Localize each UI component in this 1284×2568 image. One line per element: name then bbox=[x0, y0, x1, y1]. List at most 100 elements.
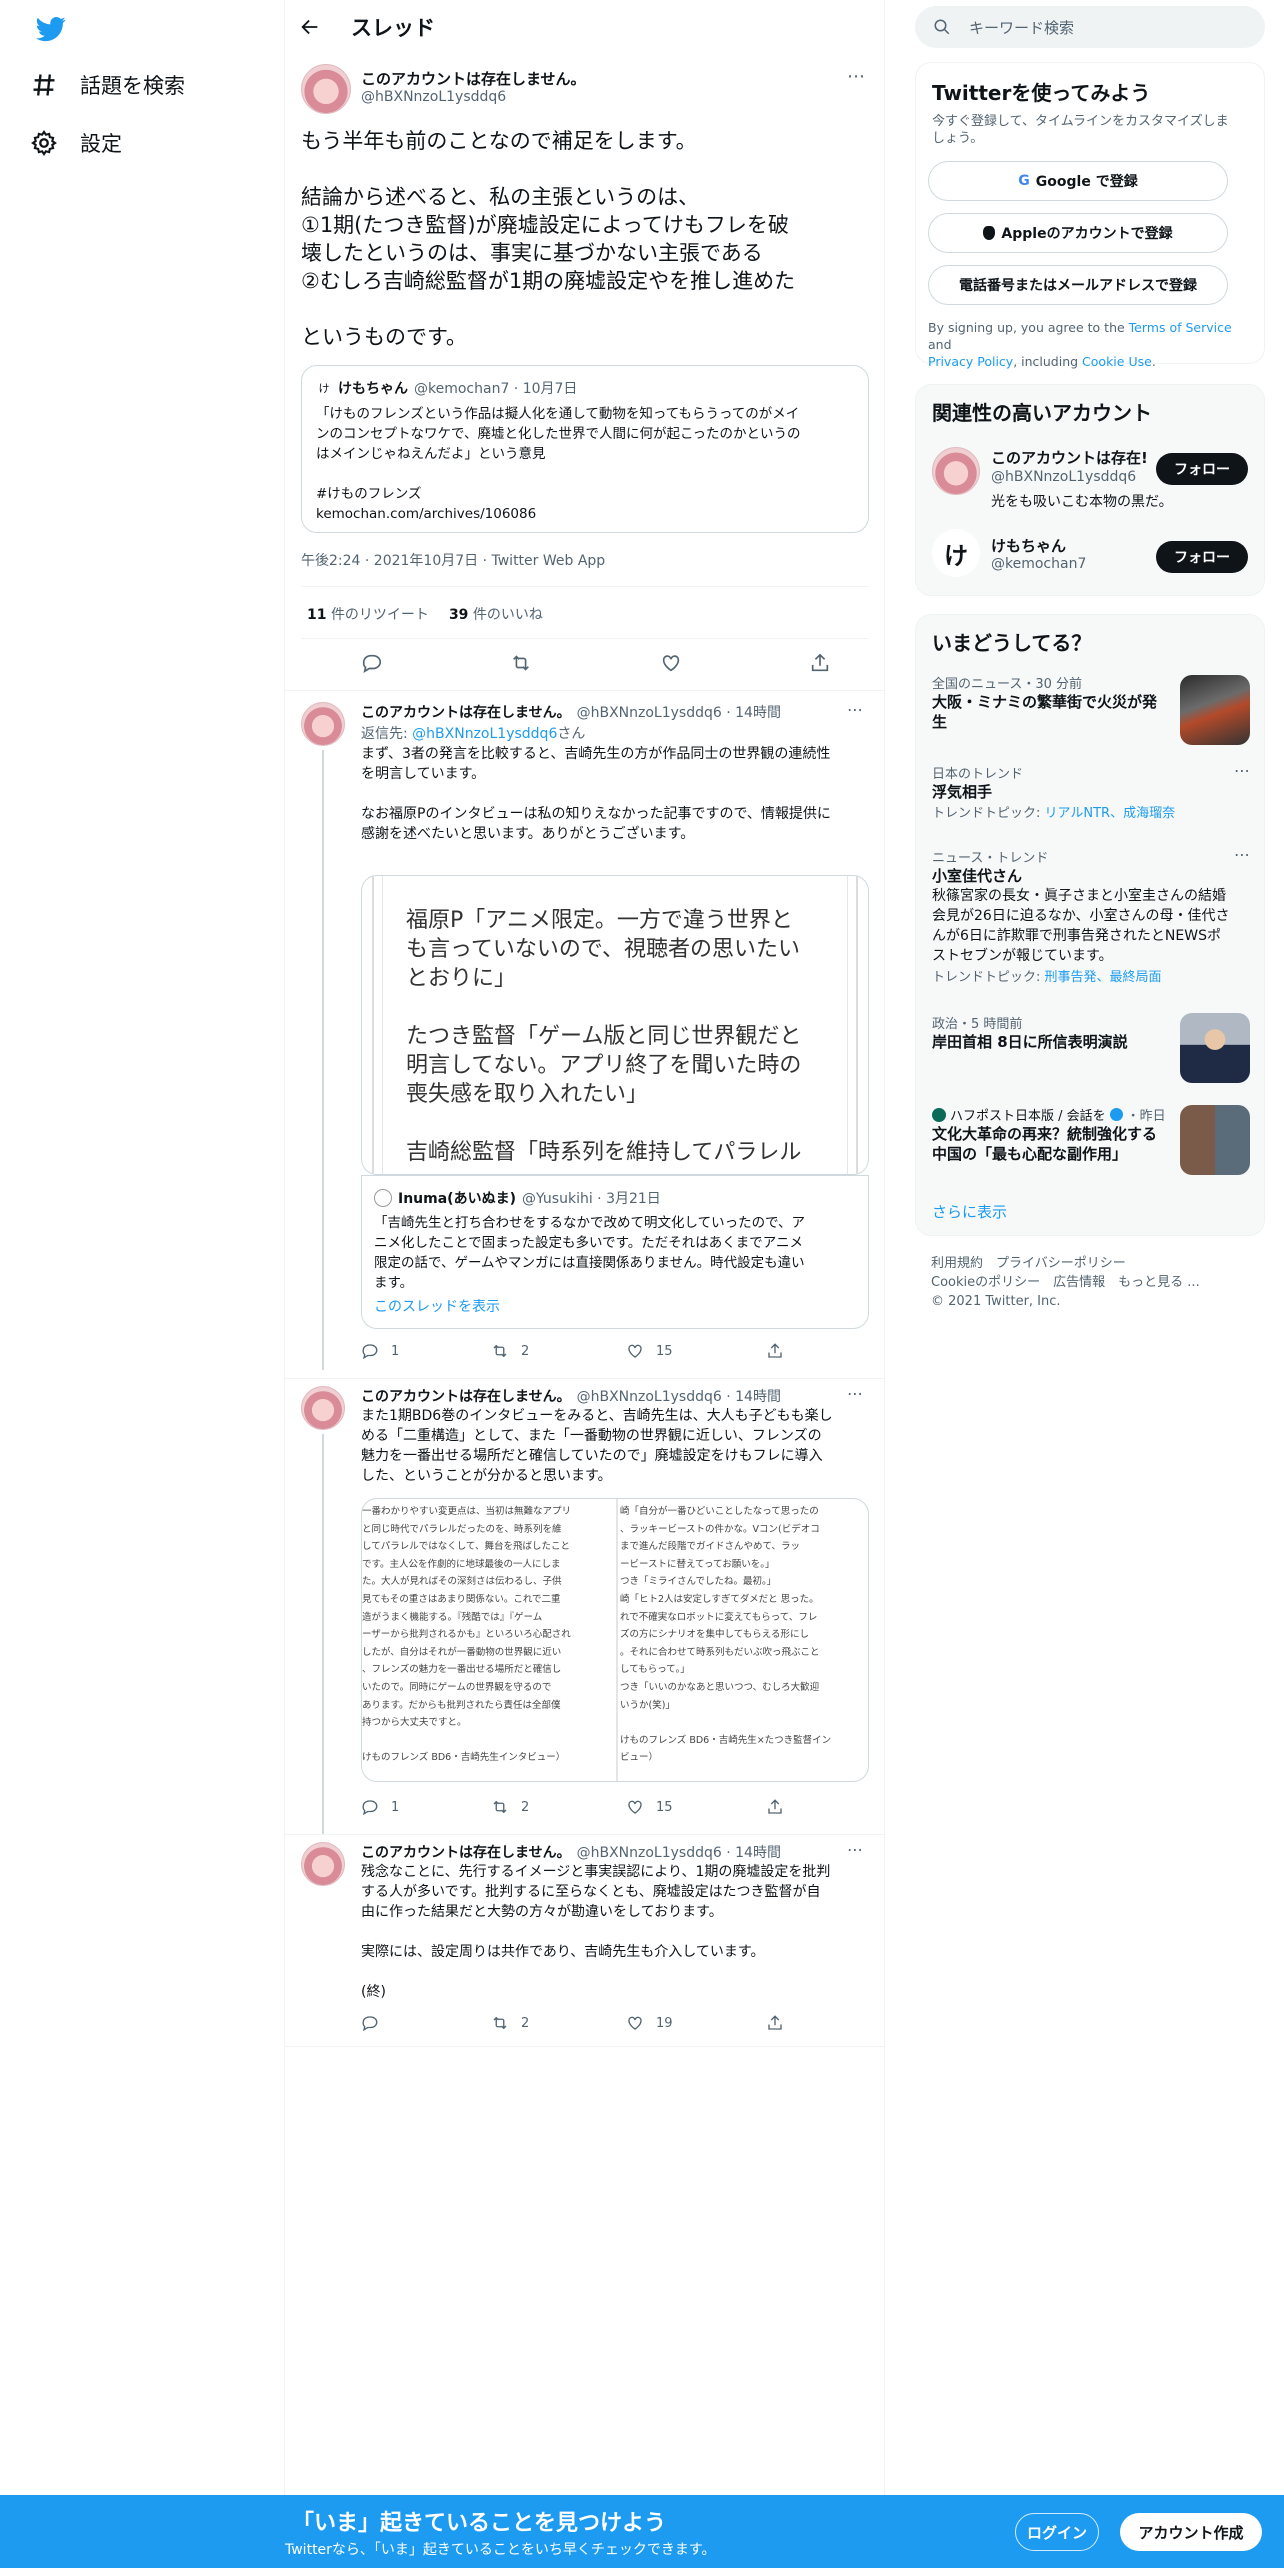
tweet-timestamp[interactable]: 午後2:24 · 2021年10月7日 · Twitter Web App bbox=[301, 550, 605, 570]
share-button[interactable] bbox=[766, 1342, 784, 1360]
reply-icon[interactable] bbox=[361, 652, 383, 674]
share-icon bbox=[768, 1343, 782, 1358]
search-input[interactable]: キーワード検索 bbox=[915, 6, 1265, 48]
trend-thumbnail bbox=[1180, 1013, 1250, 1083]
share-icon bbox=[768, 1799, 782, 1814]
share-icon bbox=[768, 2015, 782, 2030]
reply-button[interactable] bbox=[361, 2014, 491, 2032]
back-arrow-icon[interactable] bbox=[299, 16, 321, 38]
footer-privacy[interactable]: プライバシーポリシー bbox=[996, 1256, 1126, 1271]
login-button[interactable]: ログイン bbox=[1015, 2513, 1099, 2551]
like-icon bbox=[628, 1800, 642, 1814]
signup-subtitle: 今すぐ登録して、タイムラインをカスタマイズしま しょう。 bbox=[932, 114, 1229, 146]
like-icon bbox=[628, 2016, 642, 2030]
nav-settings[interactable]: 設定 bbox=[30, 128, 122, 158]
reply-button[interactable]: 1 bbox=[361, 1342, 491, 1360]
reply-actions: 1 2 15 bbox=[361, 1342, 801, 1360]
like-count[interactable]: 39 件のいいね bbox=[449, 604, 543, 624]
like-button[interactable]: 15 bbox=[626, 1342, 766, 1360]
quote-meta: @kemochan7 · 10月7日 bbox=[414, 381, 578, 397]
reply-avatar[interactable] bbox=[301, 702, 345, 746]
trend-thumbnail bbox=[1180, 675, 1250, 745]
reply-avatar[interactable] bbox=[301, 1386, 345, 1430]
more-options-icon[interactable]: ⋯ bbox=[1234, 845, 1250, 864]
retweet-button[interactable]: 2 bbox=[491, 1342, 626, 1360]
account-handle[interactable]: @kemochan7 bbox=[991, 556, 1086, 572]
reply-header: このアカウントは存在しません。 @hBXNnzoL1ysddq6 · 14時間 bbox=[361, 1845, 781, 1861]
show-thread-link[interactable]: このスレッドを表示 bbox=[374, 1296, 500, 1316]
main-tweet-actions bbox=[361, 652, 831, 674]
quote-tweet[interactable]: Inuma(あいぬま) @Yusukihi · 3月21日 「吉崎先生と打ち合わ… bbox=[361, 1175, 869, 1329]
show-more-link[interactable]: さらに表示 bbox=[932, 1201, 1007, 1222]
more-options-icon[interactable]: ⋯ bbox=[847, 1840, 863, 1859]
nav-explore[interactable]: 話題を検索 bbox=[30, 70, 185, 100]
author-name[interactable]: このアカウントは存在しません。 bbox=[361, 68, 586, 89]
trend-item[interactable]: 日本のトレンド 浮気相手 トレンドトピック: リアルNTR、成海瑠奈 bbox=[932, 763, 1252, 821]
account-bio: 光をも吸いこむ本物の黒だ。 bbox=[991, 494, 1173, 510]
more-options-icon[interactable]: ⋯ bbox=[847, 66, 865, 87]
terms-link[interactable]: Terms of Service bbox=[1129, 320, 1232, 335]
nav-settings-label: 設定 bbox=[80, 132, 122, 156]
like-icon[interactable] bbox=[660, 652, 682, 674]
quote-text: 「けものフレンズという作品は擬人化を通して動物を知ってもらうってのがメイ ンのコ… bbox=[316, 406, 801, 522]
quote-author-name: けもちゃん bbox=[338, 381, 408, 397]
footer-terms[interactable]: 利用規約 bbox=[931, 1256, 983, 1271]
thread-header: スレッド bbox=[285, 0, 884, 54]
signup-panel: Twitterを使ってみよう 今すぐ登録して、タイムラインをカスタマイズしま しょ… bbox=[915, 62, 1265, 369]
signup-legal: By signing up, you agree to the Terms of… bbox=[928, 320, 1232, 369]
trends-panel: いまどうしてる？ 全国のニュース・30 分前 大阪・ミナミの繁華街で火災が発生 … bbox=[915, 614, 1265, 1236]
banner-title: 「いま」起きていることを見つけよう bbox=[292, 2511, 667, 2536]
retweet-count[interactable]: 11 件のリツイート bbox=[307, 604, 429, 624]
apple-signup-button[interactable]: Appleのアカウントで登録 bbox=[928, 213, 1228, 253]
follow-button[interactable]: フォロー bbox=[1156, 453, 1248, 485]
reply-button[interactable]: 1 bbox=[361, 1798, 491, 1816]
reply-avatar[interactable] bbox=[301, 1842, 345, 1886]
footer-ads[interactable]: 広告情報 bbox=[1053, 1275, 1105, 1290]
page-title: スレッド bbox=[351, 16, 435, 40]
create-account-button[interactable]: アカウント作成 bbox=[1120, 2513, 1262, 2551]
author-handle[interactable]: @hBXNnzoL1ysddq6 bbox=[361, 89, 506, 105]
quote-tweet[interactable]: け けもちゃん @kemochan7 · 10月7日 「けものフレンズという作品… bbox=[301, 365, 869, 533]
share-button[interactable] bbox=[766, 2014, 784, 2032]
more-options-icon[interactable]: ⋯ bbox=[1234, 761, 1250, 780]
footer-more[interactable]: もっと見る ... bbox=[1118, 1275, 1200, 1290]
avatar[interactable]: け bbox=[932, 529, 980, 577]
more-options-icon[interactable]: ⋯ bbox=[847, 1384, 863, 1403]
twitter-logo-icon[interactable] bbox=[34, 14, 68, 44]
image-left-text: 一番わかりやすい変更点は、当初は無難なアプリ と同じ時代でパラレルだったのを、時系… bbox=[362, 1506, 572, 1764]
like-icon bbox=[628, 1344, 642, 1358]
more-options-icon[interactable]: ⋯ bbox=[847, 700, 863, 719]
account-name[interactable]: このアカウントは存在! bbox=[991, 447, 1151, 468]
privacy-link[interactable]: Privacy Policy bbox=[928, 354, 1013, 369]
share-button[interactable] bbox=[766, 1798, 784, 1816]
account-name[interactable]: けもちゃん bbox=[991, 535, 1066, 556]
verified-icon bbox=[1109, 1108, 1123, 1121]
search-icon bbox=[934, 19, 950, 35]
reply-icon bbox=[362, 1800, 378, 1816]
retweet-button[interactable]: 2 bbox=[491, 1798, 626, 1816]
tweet-image[interactable]: 一番わかりやすい変更点は、当初は無難なアプリ と同じ時代でパラレルだったのを、時系… bbox=[361, 1498, 869, 1782]
footer-cookie[interactable]: Cookieのポリシー bbox=[931, 1275, 1040, 1290]
avatar[interactable] bbox=[301, 64, 351, 114]
retweet-icon[interactable] bbox=[510, 652, 532, 674]
google-signup-button[interactable]: G Google で登録 bbox=[928, 161, 1228, 201]
cookie-link[interactable]: Cookie Use bbox=[1082, 354, 1152, 369]
reply-text: まず、3者の発言を比較すると、吉崎先生の方が作品同士の世界観の連続性 を明言してい… bbox=[361, 746, 831, 842]
reply-actions: 1 2 15 bbox=[361, 1798, 801, 1816]
quote-avatar: け bbox=[318, 382, 330, 395]
footer: 利用規約 プライバシーポリシー Cookieのポリシー 広告情報 もっと見る .… bbox=[931, 1254, 1251, 1311]
reply-icon bbox=[362, 2016, 378, 2032]
avatar[interactable] bbox=[932, 447, 980, 495]
engagement-stats: 11 件のリツイート 39 件のいいね bbox=[307, 604, 543, 624]
account-handle[interactable]: @hBXNnzoL1ysddq6 bbox=[991, 469, 1136, 485]
phone-email-signup-button[interactable]: 電話番号またはメールアドレスで登録 bbox=[928, 265, 1228, 305]
image-quote-text: 福原P「アニメ限定。一方で違う世界と も言っていないので、視聴者の思いたい とおりに… bbox=[406, 908, 802, 1165]
trend-item[interactable]: ニュース・トレンド 小室佳代さん 秋篠宮家の長女・眞子さまと小室圭さんの結婚 会見… bbox=[932, 847, 1252, 985]
like-button[interactable]: 15 bbox=[626, 1798, 766, 1816]
tweet-image[interactable]: 福原P「アニメ限定。一方で違う世界と も言っていないので、視聴者の思いたい とおりに… bbox=[361, 875, 869, 1175]
like-button[interactable]: 19 bbox=[626, 2014, 766, 2032]
share-icon[interactable] bbox=[809, 652, 831, 674]
reply-header: このアカウントは存在しません。 @hBXNnzoL1ysddq6 · 14時間 bbox=[361, 705, 781, 721]
retweet-button[interactable]: 2 bbox=[491, 2014, 626, 2032]
follow-button[interactable]: フォロー bbox=[1156, 541, 1248, 573]
